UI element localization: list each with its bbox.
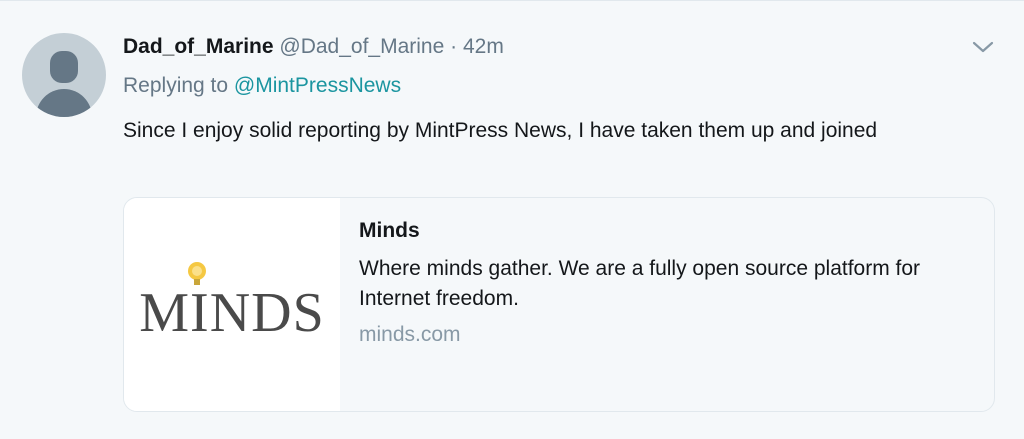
card-title: Minds	[359, 219, 420, 242]
replying-to: Replying to @MintPressNews	[123, 73, 401, 99]
tweet-header: Dad_of_Marine @Dad_of_Marine · 42m	[123, 34, 504, 60]
chevron-down-icon[interactable]	[970, 37, 996, 57]
card-body: Minds Where minds gather. We are a fully…	[359, 216, 979, 350]
reply-to-mention-link[interactable]: @MintPressNews	[234, 74, 401, 97]
card-domain: minds.com	[359, 323, 461, 346]
logo-wordmark: MINDS	[139, 282, 324, 344]
card-image: MINDS	[124, 198, 340, 411]
card-description: Where minds gather. We are a fully open …	[359, 257, 921, 310]
avatar[interactable]	[22, 33, 106, 117]
minds-logo: MINDS	[139, 262, 324, 344]
user-handle[interactable]: @Dad_of_Marine	[279, 35, 444, 58]
display-name[interactable]: Dad_of_Marine	[123, 35, 274, 58]
timestamp[interactable]: 42m	[463, 35, 504, 58]
link-card[interactable]: MINDS Minds Where minds gather. We are a…	[123, 197, 995, 412]
avatar-body-shape	[36, 89, 92, 117]
tweet[interactable]: Dad_of_Marine @Dad_of_Marine · 42m Reply…	[0, 0, 1024, 439]
separator-dot: ·	[450, 35, 458, 58]
replying-to-label: Replying to	[123, 74, 229, 97]
tweet-text: Since I enjoy solid reporting by MintPre…	[123, 119, 878, 142]
default-avatar-icon	[50, 51, 78, 83]
